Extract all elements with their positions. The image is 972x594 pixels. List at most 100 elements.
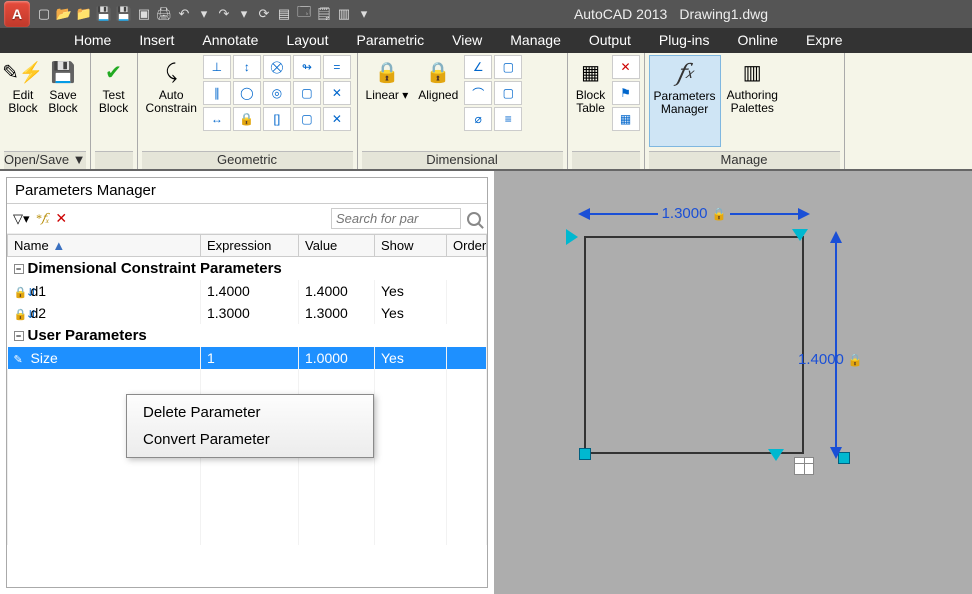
group-label-dimensional[interactable]: Dimensional	[362, 151, 563, 169]
drawing-canvas[interactable]: 1.3000🔒 1.4000🔒	[498, 171, 972, 594]
geo-del-icon[interactable]: ✕	[323, 107, 351, 131]
geo-eq-icon[interactable]: =	[323, 55, 351, 79]
saveas-icon[interactable]: 💾	[114, 4, 134, 24]
sheet-icon[interactable]: 🗒	[314, 4, 334, 24]
bcount-icon[interactable]: ⟳	[254, 4, 274, 24]
geo-vert-icon[interactable]: ↕	[233, 55, 261, 79]
authoring-palettes-button[interactable]: ▥ AuthoringPalettes	[723, 55, 782, 147]
dimension-vertical[interactable]	[828, 231, 844, 459]
section-dimensional[interactable]: −Dimensional Constraint Parameters	[8, 257, 487, 281]
grip-triangle-icon[interactable]	[792, 229, 808, 249]
menu-home[interactable]: Home	[60, 28, 125, 53]
geo-collin-icon[interactable]: ✕	[323, 81, 351, 105]
col-show[interactable]: Show	[375, 235, 447, 257]
param-row-d1[interactable]: 🔒⇵d1 1.40001.4000Yes	[8, 280, 487, 302]
aligned-icon: 🔒	[423, 57, 453, 87]
collapse-icon[interactable]: −	[14, 264, 24, 274]
menu-parametric[interactable]: Parametric	[342, 28, 438, 53]
open-icon[interactable]: 📂	[54, 4, 74, 24]
plot-icon[interactable]: 🖨	[154, 4, 174, 24]
qat-more-icon[interactable]: ▾	[354, 4, 374, 24]
ribbon-group-dimensional: 🔒 Linear ▾ 🔒 Aligned ∠ ⌒ ⌀ ▢ ▢ ≡ Dimensi…	[358, 53, 568, 169]
parameters-manager-button[interactable]: 𝑓𝑥 ParametersManager	[649, 55, 721, 147]
geo-conc-icon[interactable]: ◎	[263, 81, 291, 105]
csettings-icon[interactable]: ▦	[612, 107, 640, 131]
grip-box[interactable]	[579, 448, 591, 460]
dim-rad-icon[interactable]: ⌒	[464, 81, 492, 105]
test-block-button[interactable]: ✔ TestBlock	[95, 55, 133, 147]
group-label-geometric[interactable]: Geometric	[142, 151, 353, 169]
save-icon[interactable]: 💾	[94, 4, 114, 24]
app-menu-button[interactable]	[4, 1, 30, 27]
menu-output[interactable]: Output	[575, 28, 645, 53]
geo-perp-icon[interactable]: ⊥	[203, 55, 231, 79]
geo-horiz-icon[interactable]: ↔	[203, 107, 231, 131]
aligned-button[interactable]: 🔒 Aligned	[414, 55, 462, 147]
geo-coinc-icon[interactable]: ⛒	[263, 55, 291, 79]
collapse-icon[interactable]: −	[14, 331, 24, 341]
linear-button[interactable]: 🔒 Linear ▾	[362, 55, 413, 147]
menu-online[interactable]: Online	[723, 28, 791, 53]
menu-manage[interactable]: Manage	[496, 28, 575, 53]
dim-hide-icon[interactable]: ▢	[494, 81, 522, 105]
block-table-button[interactable]: ▦ BlockTable	[572, 55, 610, 147]
search-input[interactable]	[331, 208, 461, 229]
search-icon[interactable]	[467, 212, 481, 226]
btable-grip-icon[interactable]	[794, 457, 814, 475]
workspace-icon[interactable]: ▥	[334, 4, 354, 24]
dim-show-icon[interactable]: ▢	[494, 55, 522, 79]
new-param-fx-icon[interactable]: *𝑓ₓ	[36, 211, 50, 226]
ctx-convert-parameter[interactable]: Convert Parameter	[127, 426, 373, 453]
redo-drop-icon[interactable]: ▾	[234, 4, 254, 24]
section-user[interactable]: −User Parameters	[8, 324, 487, 347]
menu-layout[interactable]: Layout	[272, 28, 342, 53]
redo-icon[interactable]: ↷	[214, 4, 234, 24]
undo-icon[interactable]: ↶	[174, 4, 194, 24]
grip-triangle-icon[interactable]	[768, 449, 784, 469]
dim-dia-icon[interactable]: ⌀	[464, 107, 492, 131]
menu-insert[interactable]: Insert	[125, 28, 188, 53]
geo-smooth-icon[interactable]: ↬	[293, 55, 321, 79]
geo-sym-icon[interactable]: []	[263, 107, 291, 131]
group-label-opensave[interactable]: Open/Save ▼	[4, 151, 86, 169]
props-icon[interactable]: 🗔	[294, 4, 314, 24]
ribbon-group-opensave: ✎⚡ EditBlock 💾 SaveBlock Open/Save ▼	[0, 53, 91, 169]
col-name[interactable]: Name ▲	[8, 235, 201, 257]
layer-icon[interactable]: ▤	[274, 4, 294, 24]
menu-annotate[interactable]: Annotate	[188, 28, 272, 53]
param-row-d2[interactable]: 🔒⇵d2 1.30001.3000Yes	[8, 302, 487, 324]
parameters-panel: Parameters Manager ▽▾ *𝑓ₓ ✕ Name ▲ Expre…	[0, 171, 498, 594]
delete-param-icon[interactable]: ✕	[55, 210, 67, 227]
param-row-size[interactable]: ✎Size 11.0000Yes	[8, 347, 487, 369]
menu-plugins[interactable]: Plug-ins	[645, 28, 724, 53]
save-block-button[interactable]: 💾 SaveBlock	[44, 55, 82, 147]
cstatus-icon[interactable]: ⚑	[612, 81, 640, 105]
geo-par-icon[interactable]: ∥	[203, 81, 231, 105]
col-expression[interactable]: Expression	[201, 235, 299, 257]
rectangle-object[interactable]	[584, 236, 804, 454]
geo-fix-icon[interactable]: 🔒	[233, 107, 261, 131]
filter-icon[interactable]: ▽▾	[13, 211, 30, 227]
dim-conv-icon[interactable]: ≡	[494, 107, 522, 131]
edit-block-button[interactable]: ✎⚡ EditBlock	[4, 55, 42, 147]
col-value[interactable]: Value	[299, 235, 375, 257]
cloud-icon[interactable]: ▣	[134, 4, 154, 24]
grip-triangle-icon[interactable]	[566, 229, 586, 245]
menu-express[interactable]: Expre	[792, 28, 857, 53]
dim-ang-icon[interactable]: ∠	[464, 55, 492, 79]
group-label-manage[interactable]: Manage	[649, 151, 840, 169]
geo-show-icon[interactable]: ▢	[293, 81, 321, 105]
user-param-icon: ✎	[14, 353, 28, 365]
col-order[interactable]: Order	[447, 235, 487, 257]
new-icon[interactable]: ▢	[34, 4, 54, 24]
auto-constrain-button[interactable]: ⤹ AutoConstrain	[142, 55, 201, 147]
open-sheet-icon[interactable]: 📁	[74, 4, 94, 24]
geo-hide-icon[interactable]: ▢	[293, 107, 321, 131]
table-row	[8, 479, 487, 501]
dimension-horizontal[interactable]: 1.3000🔒	[578, 205, 810, 222]
del-con-icon[interactable]: ✕	[612, 55, 640, 79]
ctx-delete-parameter[interactable]: Delete Parameter	[127, 399, 373, 426]
geo-tan-icon[interactable]: ◯	[233, 81, 261, 105]
menu-view[interactable]: View	[438, 28, 496, 53]
undo-drop-icon[interactable]: ▾	[194, 4, 214, 24]
